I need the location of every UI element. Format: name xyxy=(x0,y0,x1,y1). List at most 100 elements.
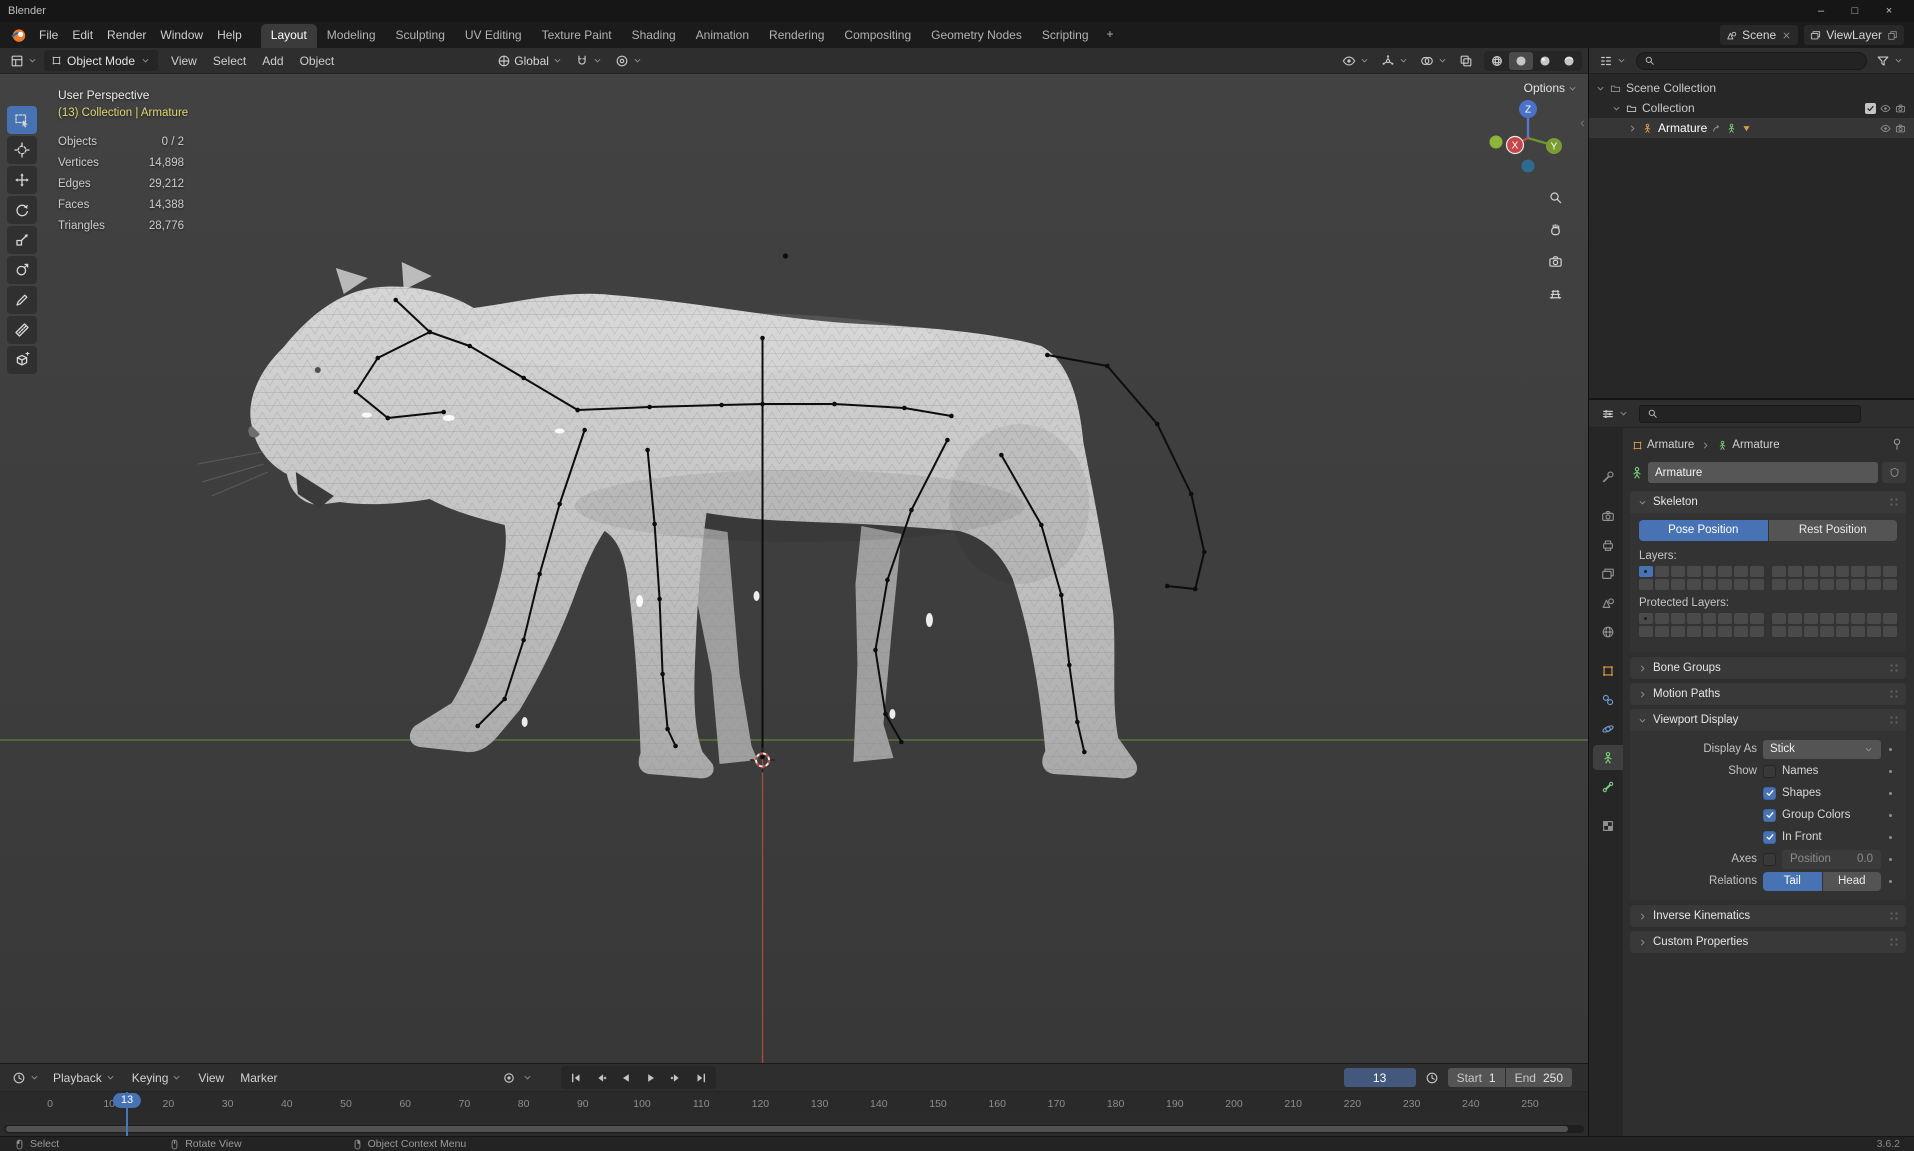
editor-type-button[interactable] xyxy=(6,52,42,70)
unlink-icon[interactable] xyxy=(1781,30,1792,41)
viewport-menu-view[interactable]: View xyxy=(164,51,204,71)
layer-cell[interactable] xyxy=(1787,579,1802,590)
workspace-tab-shading[interactable]: Shading xyxy=(622,24,686,48)
shading-wireframe-button[interactable] xyxy=(1485,52,1509,70)
layer-cell[interactable] xyxy=(1772,566,1786,577)
xray-toggle[interactable] xyxy=(1455,52,1477,70)
layer-cell[interactable] xyxy=(1750,579,1764,590)
layer-cell[interactable] xyxy=(1851,566,1866,577)
viewport-menu-add[interactable]: Add xyxy=(255,51,290,71)
relations-tail-button[interactable]: Tail xyxy=(1763,871,1822,891)
outliner-editor-button[interactable] xyxy=(1595,52,1631,70)
layer-cell[interactable] xyxy=(1702,566,1717,577)
animate-dot[interactable] xyxy=(1889,791,1892,795)
panel-motion-paths[interactable]: Motion Paths xyxy=(1630,683,1906,705)
camera-view-button[interactable] xyxy=(1544,250,1566,272)
copy-icon[interactable] xyxy=(1887,30,1898,41)
minimize-button[interactable]: – xyxy=(1804,0,1838,22)
collection-checkbox[interactable] xyxy=(1865,102,1876,114)
layer-cell[interactable] xyxy=(1867,566,1882,577)
layer-cell[interactable] xyxy=(1654,613,1669,624)
workspace-tab-animation[interactable]: Animation xyxy=(686,24,759,48)
view-layer-selector[interactable]: ViewLayer xyxy=(1804,25,1904,45)
layer-cell[interactable] xyxy=(1883,566,1897,577)
properties-tab-bone[interactable] xyxy=(1593,774,1623,799)
properties-tab-tool[interactable] xyxy=(1593,464,1623,489)
workspace-tab-scripting[interactable]: Scripting xyxy=(1032,24,1099,48)
proportional-edit-toggle[interactable] xyxy=(611,52,647,70)
layer-cell[interactable] xyxy=(1787,566,1802,577)
properties-editor-button[interactable] xyxy=(1597,405,1633,423)
layer-cell[interactable] xyxy=(1883,613,1897,624)
tool-scale[interactable] xyxy=(7,226,37,254)
shading-rendered-button[interactable] xyxy=(1557,52,1581,70)
play-button[interactable] xyxy=(639,1068,663,1087)
animate-dot[interactable] xyxy=(1889,857,1892,861)
layer-cell[interactable] xyxy=(1787,626,1802,637)
maximize-button[interactable]: □ xyxy=(1838,0,1872,22)
axes-position-slider[interactable]: Position 0.0 xyxy=(1782,849,1881,869)
outliner-row-scene-collection[interactable]: Scene Collection xyxy=(1589,78,1914,98)
properties-search[interactable] xyxy=(1639,404,1861,423)
tool-cursor[interactable] xyxy=(7,136,37,164)
tool-measure[interactable] xyxy=(7,316,37,344)
layer-cell[interactable] xyxy=(1686,613,1701,624)
layer-cell[interactable] xyxy=(1702,613,1717,624)
layer-cell[interactable] xyxy=(1670,579,1685,590)
playhead-frame-badge[interactable]: 13 xyxy=(112,1093,142,1108)
layer-cell[interactable] xyxy=(1654,566,1669,577)
layer-cell[interactable] xyxy=(1867,613,1882,624)
use-preview-range-button[interactable] xyxy=(1420,1068,1444,1087)
layer-cell[interactable] xyxy=(1639,626,1653,637)
gizmo-axis-ball[interactable] xyxy=(1521,159,1535,173)
properties-tab-view-layer[interactable] xyxy=(1593,561,1623,586)
tool-annotate[interactable] xyxy=(7,286,37,314)
menu-window[interactable]: Window xyxy=(153,25,210,45)
layer-cell[interactable] xyxy=(1883,579,1897,590)
key-next-button[interactable] xyxy=(664,1068,688,1087)
layer-cell[interactable] xyxy=(1718,566,1733,577)
properties-tab-output[interactable] xyxy=(1593,532,1623,557)
layer-cell[interactable] xyxy=(1851,613,1866,624)
layer-cell[interactable] xyxy=(1819,626,1834,637)
viewport-display-panel-header[interactable]: Viewport Display xyxy=(1630,709,1906,731)
layer-cell[interactable] xyxy=(1772,626,1786,637)
layer-cell[interactable] xyxy=(1670,613,1685,624)
outliner-search-input[interactable] xyxy=(1660,54,1859,67)
layer-cell[interactable] xyxy=(1851,579,1866,590)
key-prev-button[interactable] xyxy=(589,1068,613,1087)
current-frame-field[interactable]: 13 xyxy=(1343,1068,1416,1087)
layer-cell[interactable] xyxy=(1867,579,1882,590)
frame-start-field[interactable]: Start 1 xyxy=(1447,1068,1505,1087)
timeline-editor-button[interactable] xyxy=(8,1069,44,1087)
3d-viewport[interactable]: User Perspective (13) Collection | Armat… xyxy=(0,74,1588,1063)
layer-cell[interactable] xyxy=(1639,566,1653,577)
checkbox-in-front[interactable] xyxy=(1763,830,1776,844)
layer-cell[interactable] xyxy=(1803,579,1818,590)
layer-cell[interactable] xyxy=(1772,579,1786,590)
layer-cell[interactable] xyxy=(1702,579,1717,590)
layer-cell[interactable] xyxy=(1718,613,1733,624)
panel-bone-groups[interactable]: Bone Groups xyxy=(1630,657,1906,679)
outliner-row-collection[interactable]: Collection xyxy=(1589,98,1914,118)
properties-tab-object-data[interactable] xyxy=(1593,745,1623,770)
outliner-row-armature[interactable]: Armature xyxy=(1589,118,1914,138)
layer-cell[interactable] xyxy=(1819,566,1834,577)
object-visibility-dropdown[interactable] xyxy=(1338,52,1374,70)
tool-move[interactable] xyxy=(7,166,37,194)
shading-material-button[interactable] xyxy=(1533,52,1557,70)
layer-cell[interactable] xyxy=(1686,579,1701,590)
layer-cell[interactable] xyxy=(1750,626,1764,637)
workspace-tab-modeling[interactable]: Modeling xyxy=(317,24,386,48)
layer-cell[interactable] xyxy=(1835,626,1850,637)
properties-tab-scene[interactable] xyxy=(1593,590,1623,615)
workspace-tab-compositing[interactable]: Compositing xyxy=(834,24,921,48)
layer-cell[interactable] xyxy=(1686,626,1701,637)
layer-cell[interactable] xyxy=(1803,626,1818,637)
layer-cell[interactable] xyxy=(1835,566,1850,577)
layer-cell[interactable] xyxy=(1867,626,1882,637)
relations-head-button[interactable]: Head xyxy=(1822,871,1881,891)
blender-logo-icon[interactable] xyxy=(10,26,28,44)
layer-cell[interactable] xyxy=(1670,626,1685,637)
animate-dot[interactable] xyxy=(1889,769,1892,773)
